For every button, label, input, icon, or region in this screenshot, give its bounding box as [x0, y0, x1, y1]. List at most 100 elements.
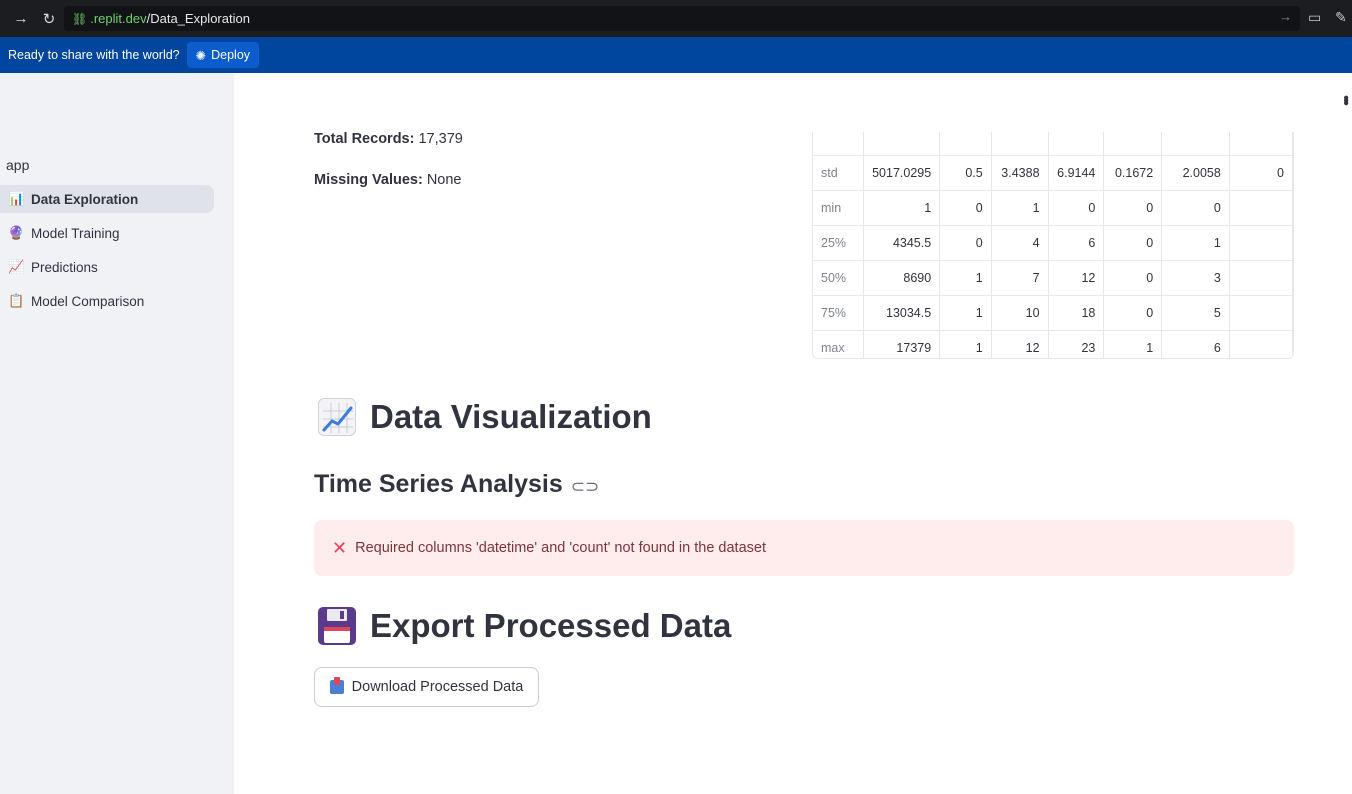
table-cell: 0 — [1048, 190, 1105, 226]
table-cell: 23 — [1048, 330, 1105, 358]
time-series-heading: Time Series Analysis ⊂⊃ — [314, 470, 599, 499]
table-row — [813, 132, 1293, 156]
total-records: Total Records: 17,379 — [314, 131, 463, 147]
trend-up-icon: 📈 — [8, 259, 25, 274]
row-label: 75% — [813, 295, 865, 331]
inbox-tray-icon — [329, 677, 344, 694]
missing-values-label: Missing Values: — [314, 172, 423, 188]
anchor-link-icon[interactable]: ⊂⊃ — [571, 477, 600, 497]
table-cell: 3 — [1161, 260, 1230, 296]
deploy-button-label: Deploy — [211, 48, 251, 62]
table-cell: 0 — [1103, 260, 1163, 296]
table-cell: 6.9144 — [1048, 155, 1105, 191]
monitor-icon[interactable]: ▭ — [1308, 9, 1321, 26]
url-path: /Data_Exploration — [146, 11, 250, 26]
total-records-label: Total Records: — [314, 131, 415, 147]
table-cell: 1 — [939, 260, 992, 296]
table-cell: 6 — [1048, 225, 1105, 261]
table-cell: 10 — [991, 295, 1049, 331]
table-cell: 7 — [991, 260, 1049, 296]
deploy-button[interactable]: ✺ Deploy — [186, 42, 260, 68]
table-cell: 1 — [1161, 225, 1230, 261]
sidebar-item-label: Data Exploration — [31, 191, 139, 207]
sidebar: app 📊 Data Exploration 🔮 Model Training … — [0, 73, 234, 794]
link-icon: ⛓ — [72, 11, 88, 26]
table-cell: 4345.5 — [863, 225, 941, 261]
table-cell: 0 — [939, 225, 992, 261]
bar-chart-icon: 📊 — [8, 191, 25, 206]
table-cell — [1229, 330, 1293, 358]
export-heading: Export Processed Data — [318, 607, 731, 645]
main-content: ••• Total Records: 17,379 Missing Values… — [234, 73, 1352, 794]
row-label: max — [813, 330, 865, 358]
clipboard-icon: 📋 — [8, 293, 25, 308]
reload-icon[interactable]: ↻ — [36, 6, 62, 32]
table-cell: 5 — [1161, 295, 1230, 331]
table-cell: 0 — [1103, 190, 1163, 226]
table-cell: 5017.0295 — [863, 155, 941, 191]
table-row: 75% 13034.5 1 10 18 0 5 — [813, 295, 1293, 331]
sidebar-item-data-exploration[interactable]: 📊 Data Exploration — [0, 185, 214, 213]
sidebar-app-label[interactable]: app — [6, 157, 29, 173]
row-label: min — [813, 190, 865, 226]
table-cell: 0.1672 — [1103, 155, 1163, 191]
browser-toolbar: → ↻ ⛓ .replit.dev /Data_Exploration → ▭ … — [0, 0, 1352, 37]
table-cell: 0 — [1229, 155, 1293, 191]
missing-values-value: None — [426, 172, 462, 188]
table-cell: 0.5 — [939, 155, 992, 191]
table-cell — [1229, 225, 1293, 261]
total-records-value: 17,379 — [418, 131, 463, 147]
sidebar-item-predictions[interactable]: 📈 Predictions — [0, 253, 214, 281]
table-cell: 12 — [1048, 260, 1105, 296]
table-cell: 0 — [1103, 225, 1163, 261]
sidebar-item-label: Predictions — [31, 259, 98, 275]
forward-arrow-icon[interactable]: → — [8, 6, 34, 32]
table-row: max 17379 1 12 23 1 6 — [813, 330, 1293, 358]
table-cell: 8690 — [863, 260, 941, 296]
describe-table[interactable]: std 5017.0295 0.5 3.4388 6.9144 0.1672 2… — [812, 132, 1294, 359]
deploy-banner-text: Ready to share with the world? — [8, 48, 180, 62]
go-arrow-icon[interactable]: → — [1279, 9, 1292, 24]
table-cell: 18 — [1048, 295, 1105, 331]
table-cell: 13034.5 — [863, 295, 941, 331]
table-cell: 6 — [1161, 330, 1230, 358]
crystal-ball-icon: 🔮 — [8, 225, 25, 240]
time-series-title: Time Series Analysis — [314, 470, 563, 498]
download-processed-data-button[interactable]: Download Processed Data — [314, 667, 539, 707]
cross-mark-icon: ✕ — [332, 537, 348, 558]
table-row: std 5017.0295 0.5 3.4388 6.9144 0.1672 2… — [813, 155, 1293, 191]
wrench-icon[interactable]: ✎ — [1335, 9, 1347, 26]
table-cell: 2.0058 — [1161, 155, 1230, 191]
sidebar-item-model-comparison[interactable]: 📋 Model Comparison — [0, 287, 214, 315]
data-visualization-title: Data Visualization — [370, 398, 652, 435]
table-cell: 12 — [991, 330, 1049, 358]
sidebar-item-label: Model Training — [31, 225, 120, 241]
download-button-label: Download Processed Data — [351, 679, 524, 695]
export-title: Export Processed Data — [370, 607, 732, 644]
chart-increasing-icon — [318, 398, 356, 436]
table-cell — [1229, 295, 1293, 331]
table-cell: 1 — [991, 190, 1049, 226]
table-cell: 1 — [939, 295, 992, 331]
table-row: 50% 8690 1 7 12 0 3 — [813, 260, 1293, 296]
error-alert: ✕ Required columns 'datetime' and 'count… — [314, 520, 1294, 576]
table-cell — [1229, 190, 1293, 226]
table-cell: 1 — [1103, 330, 1163, 358]
table-cell: 4 — [991, 225, 1049, 261]
table-cell: 1 — [939, 330, 992, 358]
deploy-banner: Ready to share with the world? ✺ Deploy — [0, 37, 1352, 73]
row-label: 50% — [813, 260, 865, 296]
table-cell — [1229, 260, 1293, 296]
address-bar[interactable]: ⛓ .replit.dev /Data_Exploration → — [64, 6, 1300, 31]
table-row: 25% 4345.5 0 4 6 0 1 — [813, 225, 1293, 261]
sidebar-item-model-training[interactable]: 🔮 Model Training — [0, 219, 214, 247]
row-label: 25% — [813, 225, 865, 261]
more-menu-icon[interactable]: ••• — [1336, 95, 1352, 103]
table-row: min 1 0 1 0 0 0 — [813, 190, 1293, 226]
sidebar-nav: 📊 Data Exploration 🔮 Model Training 📈 Pr… — [0, 185, 234, 321]
table-cell: 0 — [1161, 190, 1230, 226]
row-label: std — [813, 155, 865, 191]
sidebar-item-label: Model Comparison — [31, 293, 145, 309]
table-cell: 0 — [939, 190, 992, 226]
table-cell: 3.4388 — [991, 155, 1049, 191]
